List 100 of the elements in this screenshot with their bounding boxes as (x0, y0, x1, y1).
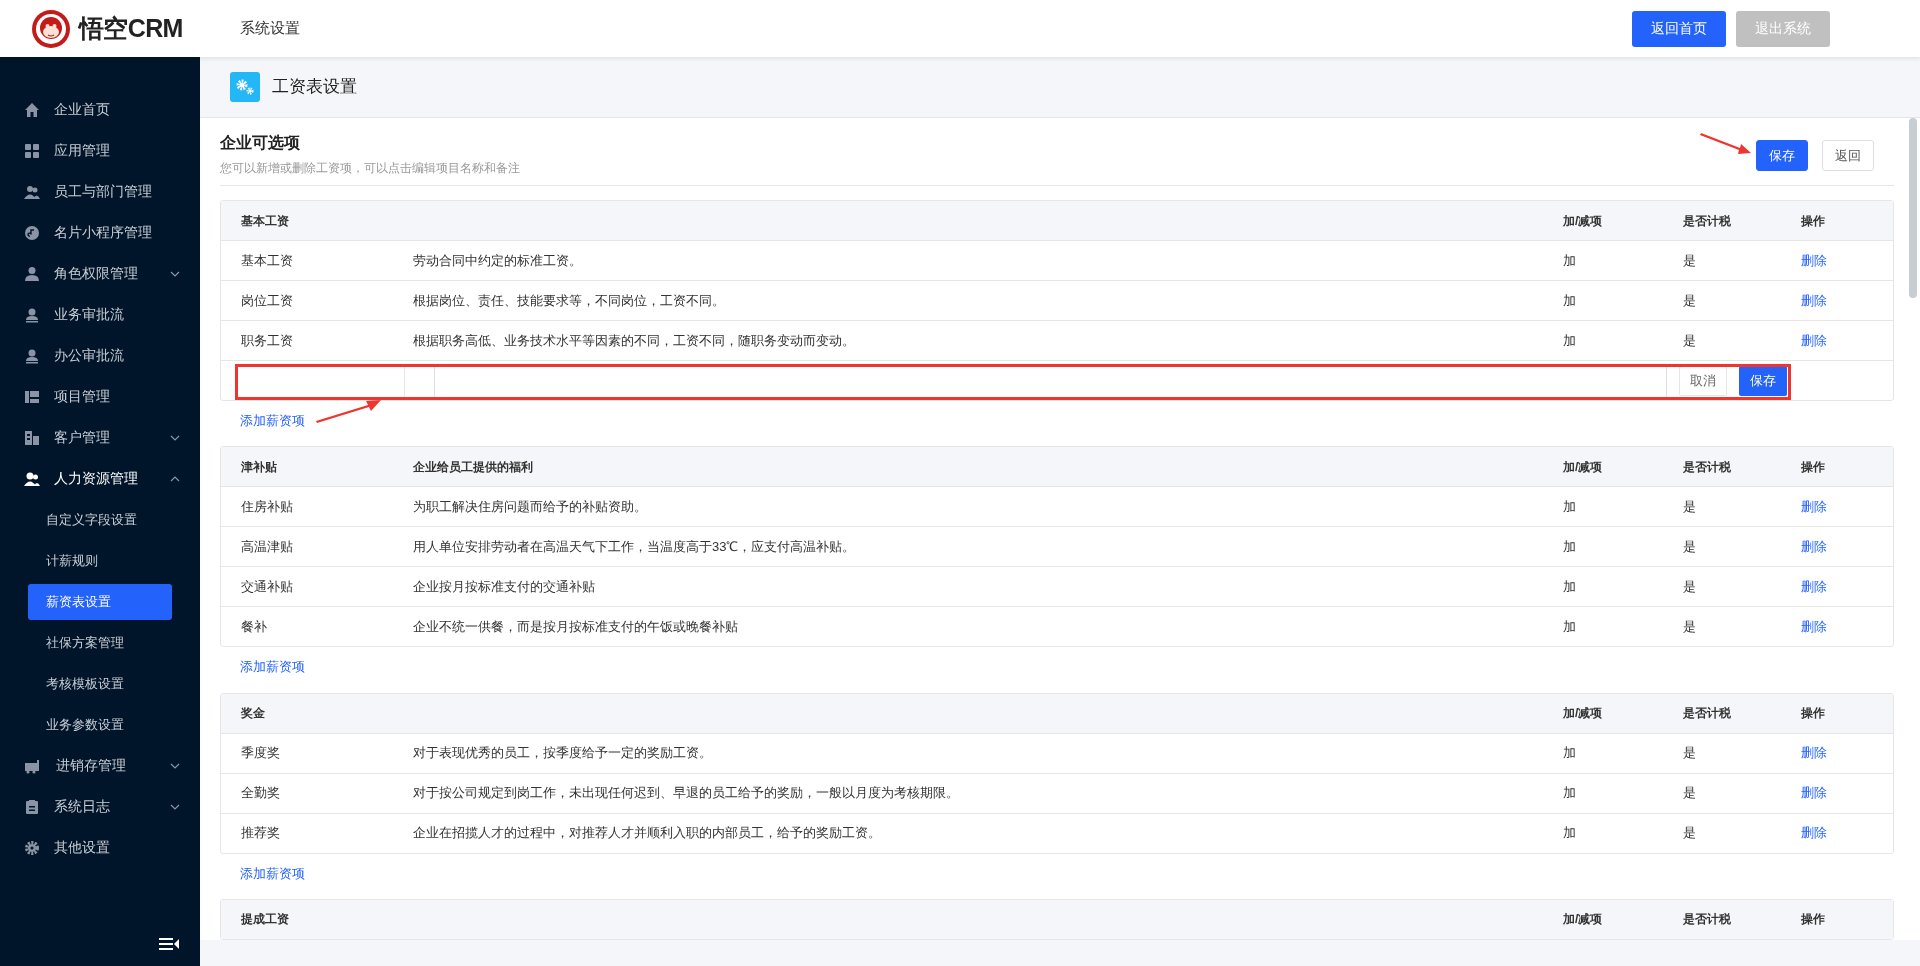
table-cell: 用人单位安排劳动者在高温天气下工作，当温度高于33℃，应支付高温补贴。 (413, 539, 856, 555)
sidebar-item[interactable]: 其他设置 (0, 827, 200, 868)
delete-link[interactable]: 删除 (1801, 785, 1827, 801)
table-cell: 高温津贴 (241, 539, 293, 555)
person-icon (24, 265, 40, 282)
column-header: 操作 (1801, 213, 1825, 228)
table-cell: 季度奖 (241, 745, 280, 761)
table-cell: 是 (1683, 539, 1696, 555)
table-cell: 加 (1563, 579, 1576, 595)
column-header: 提成工资 (241, 912, 289, 927)
table-cell: 是 (1683, 785, 1696, 801)
column-header: 是否计税 (1683, 213, 1731, 228)
column-header: 加/减项 (1563, 213, 1603, 228)
sidebar-item[interactable]: 进销存管理 (0, 745, 200, 786)
table-cell: 企业按月按标准支付的交通补贴 (413, 579, 595, 595)
sidebar-subitem[interactable]: 社保方案管理 (28, 624, 172, 661)
delete-link[interactable]: 删除 (1801, 292, 1827, 308)
table-cell: 是 (1683, 619, 1696, 635)
column-header: 加/减项 (1563, 706, 1603, 721)
column-header: 企业给员工提供的福利 (413, 459, 533, 474)
sidebar-item[interactable]: 企业首页 (0, 89, 200, 130)
page-button[interactable]: 返回 (1822, 140, 1874, 171)
section-hint: 您可以新增或删除工资项，可以点击编辑项目名称和备注 (220, 160, 520, 177)
person-icon (24, 347, 40, 364)
table-cell: 推荐奖 (241, 825, 280, 841)
table-cell: 根据职务高低、业务技术水平等因素的不同，工资不同，随职务变动而变动。 (413, 332, 855, 348)
table-cell: 加 (1563, 252, 1576, 268)
delete-link[interactable]: 删除 (1801, 499, 1827, 515)
sidebar-item[interactable]: 应用管理 (0, 130, 200, 171)
add-item-link[interactable]: 添加薪资项 (240, 413, 305, 428)
table-cell: 根据岗位、责任、技能要求等，不同岗位，工资不同。 (413, 292, 725, 308)
table-cell: 交通补贴 (241, 579, 293, 595)
table-cell: 是 (1683, 825, 1696, 841)
sidebar-subitem[interactable]: 计薪规则 (28, 542, 172, 579)
table-cell: 加 (1563, 825, 1576, 841)
sidebar-subitem[interactable]: 业务参数设置 (28, 706, 172, 743)
delete-link[interactable]: 删除 (1801, 332, 1827, 348)
table-cell: 职务工资 (241, 332, 293, 348)
table-cell: 是 (1683, 579, 1696, 595)
table-cell: 住房补贴 (241, 499, 293, 515)
delete-link[interactable]: 删除 (1801, 619, 1827, 635)
sidebar-item[interactable]: 客户管理 (0, 417, 200, 458)
save-button[interactable]: 保存 (1739, 365, 1787, 396)
sidebar-item[interactable]: 名片小程序管理 (0, 212, 200, 253)
table-cell: 企业不统一供餐，而是按月按标准支付的午饭或晚餐补贴 (413, 619, 738, 635)
table-cell: 对于表现优秀的员工，按季度给予一定的奖励工资。 (413, 745, 712, 761)
column-header: 操作 (1801, 912, 1825, 927)
sidebar-item[interactable]: 业务审批流 (0, 294, 200, 335)
person-icon (24, 306, 40, 323)
delete-link[interactable]: 删除 (1801, 745, 1827, 761)
sidebar-subitem[interactable]: 考核模板设置 (28, 665, 172, 702)
board-icon (24, 388, 40, 405)
delete-link[interactable]: 删除 (1801, 825, 1827, 841)
add-item-link[interactable]: 添加薪资项 (240, 659, 305, 675)
table-cell: 是 (1683, 499, 1696, 515)
page-button[interactable]: 保存 (1756, 140, 1808, 171)
table-cell: 加 (1563, 785, 1576, 801)
table-cell: 是 (1683, 745, 1696, 761)
grid-icon (24, 142, 40, 159)
sidebar-item[interactable]: 角色权限管理 (0, 253, 200, 294)
sidebar-subitem[interactable]: 薪资表设置 (28, 583, 172, 620)
chevron-up-icon (170, 474, 180, 483)
gears-icon (230, 72, 260, 102)
settings-icon (24, 839, 40, 856)
delete-link[interactable]: 删除 (1801, 579, 1827, 595)
people-icon (24, 470, 40, 487)
column-header: 加/减项 (1563, 912, 1603, 927)
sidebar-subitem[interactable]: 自定义字段设置 (28, 501, 172, 538)
table-cell: 岗位工资 (241, 292, 293, 308)
sidebar-item[interactable]: 人力资源管理 (0, 458, 200, 499)
sidebar-item[interactable]: 项目管理 (0, 376, 200, 417)
sidebar-item[interactable]: 系统日志 (0, 786, 200, 827)
section-title: 系统设置 (240, 18, 300, 39)
sidebar-item[interactable]: 员工与部门管理 (0, 171, 200, 212)
column-header: 操作 (1801, 706, 1825, 721)
column-header: 奖金 (241, 706, 265, 721)
sidebar-item[interactable]: 办公审批流 (0, 335, 200, 376)
cancel-button[interactable]: 取消 (1679, 365, 1727, 396)
table-cell: 是 (1683, 252, 1696, 268)
delete-link[interactable]: 删除 (1801, 252, 1827, 268)
annotation-arrow (316, 397, 382, 423)
table-cell: 加 (1563, 539, 1576, 555)
table-cell: 加 (1563, 745, 1576, 761)
table-cell: 是 (1683, 332, 1696, 348)
chevron-down-icon (170, 761, 180, 770)
column-header: 操作 (1801, 459, 1825, 474)
delete-link[interactable]: 删除 (1801, 539, 1827, 555)
table-cell: 加 (1563, 332, 1576, 348)
column-header: 是否计税 (1683, 706, 1731, 721)
page-title: 工资表设置 (272, 76, 357, 99)
header-button[interactable]: 返回首页 (1632, 10, 1726, 47)
table-cell: 对于按公司规定到岗工作，未出现任何迟到、早退的员工给予的奖励，一般以月度为考核期限。 (413, 785, 959, 801)
annotation-arrow (1700, 130, 1752, 156)
add-item-link[interactable]: 添加薪资项 (240, 865, 305, 881)
chevron-down-icon (170, 269, 180, 278)
monkey-logo-icon (31, 8, 71, 49)
logo-text: 悟空CRM (79, 12, 183, 44)
table-cell: 加 (1563, 292, 1576, 308)
table-cell: 是 (1683, 292, 1696, 308)
music-note-icon (24, 224, 40, 241)
